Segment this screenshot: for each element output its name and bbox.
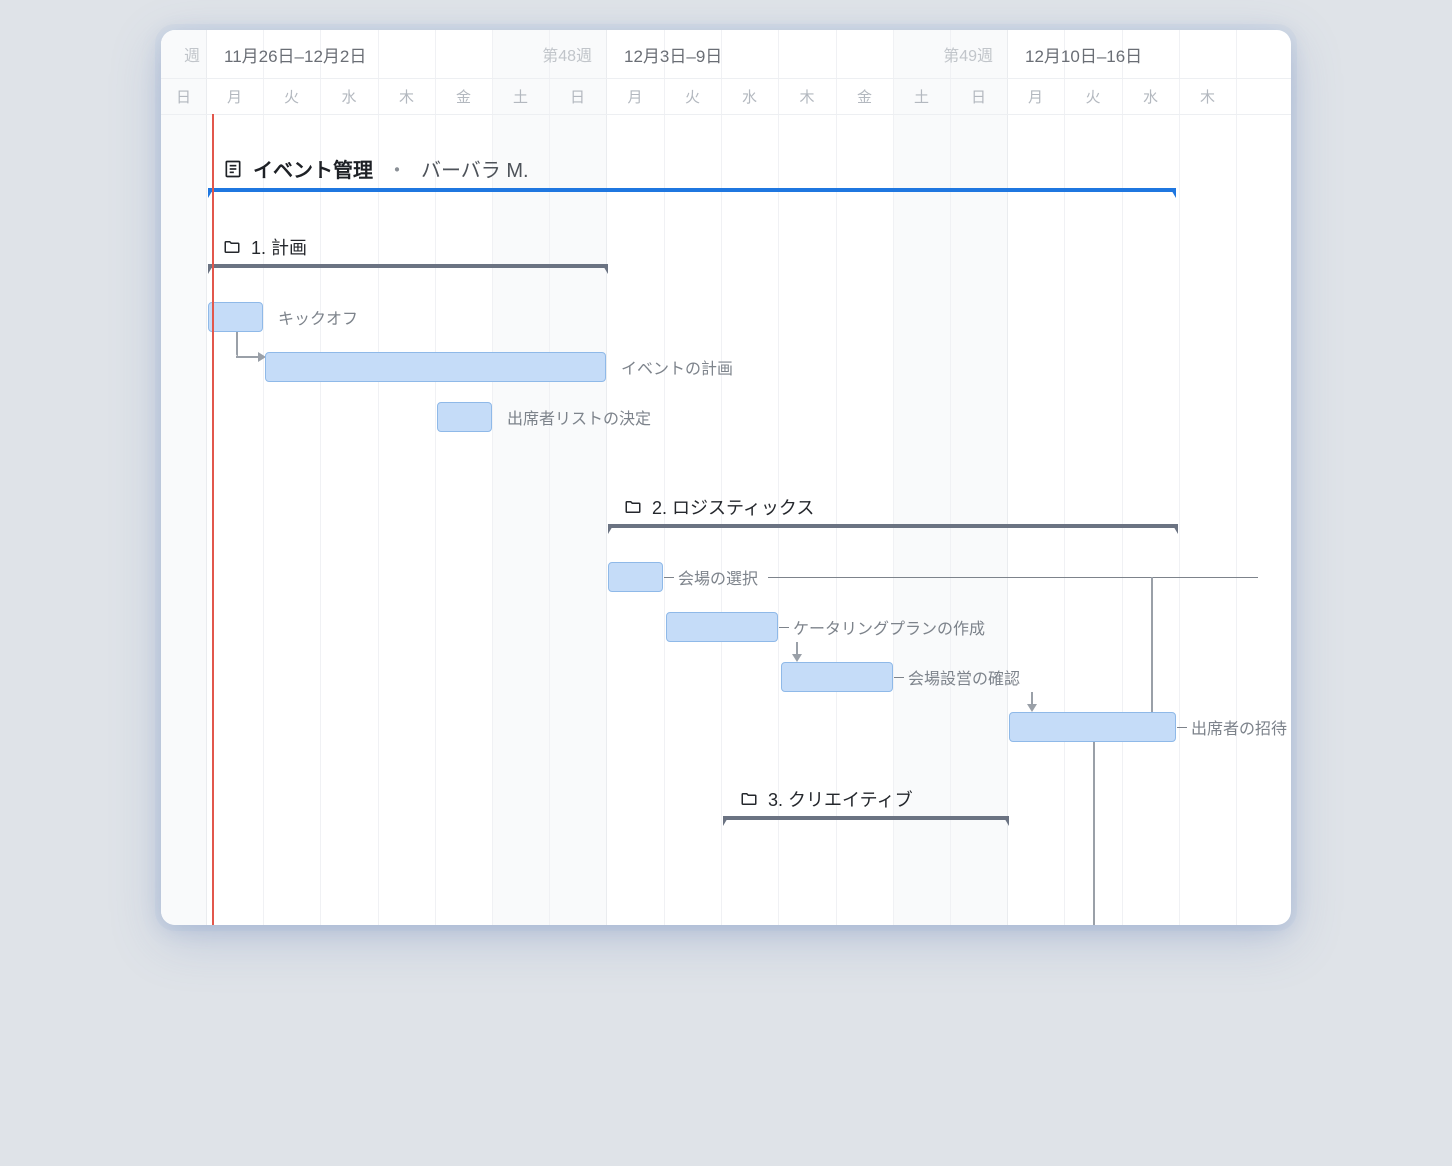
group-name: 3. クリエイティブ — [768, 786, 913, 812]
task-label: 会場の選択 — [662, 565, 758, 589]
week-number: 第48週 — [542, 30, 592, 78]
connector-dash — [768, 577, 1258, 578]
group-bar[interactable] — [208, 264, 608, 268]
day-label: 月 — [1007, 78, 1064, 114]
week-cell[interactable]: 12月3日–9日 第49週 — [606, 30, 1007, 78]
folder-icon — [740, 790, 758, 808]
group-title: 2. ロジスティックス — [624, 494, 814, 520]
group-title: 1. 計画 — [223, 234, 307, 260]
week-number: 第49週 — [943, 30, 993, 78]
day-label: 木 — [1179, 78, 1236, 114]
day-label: 金 — [836, 78, 893, 114]
day-label: 木 — [778, 78, 836, 114]
week-cell[interactable]: 12月10日–16日 — [1007, 30, 1291, 78]
week-range: 12月10日–16日 — [1007, 42, 1142, 67]
day-label: 水 — [320, 78, 378, 114]
day-label: 日 — [549, 78, 606, 114]
day-label: 日 — [950, 78, 1007, 114]
day-label: 月 — [606, 78, 664, 114]
group-bar[interactable] — [723, 816, 1009, 820]
project-icon — [223, 159, 243, 179]
day-label: 土 — [893, 78, 950, 114]
task-bar[interactable]: 会場の選択 — [608, 562, 663, 592]
project-name: イベント管理 — [253, 154, 373, 183]
task-bar[interactable]: キックオフ — [208, 302, 263, 332]
day-header: 日 月 火 水 木 金 土 日 月 火 水 木 金 土 日 月 火 水 木 — [161, 78, 1291, 114]
task-bar[interactable]: イベントの計画 — [265, 352, 606, 382]
task-bar[interactable]: 出席者リストの決定 — [437, 402, 492, 432]
bullet: ・ — [387, 154, 407, 183]
group-bar[interactable] — [608, 524, 1178, 528]
day-label: 土 — [492, 78, 549, 114]
task-bar[interactable]: 出席者の招待 — [1009, 712, 1176, 742]
day-label: 水 — [721, 78, 778, 114]
day-label: 金 — [435, 78, 492, 114]
project-title: イベント管理 ・ バーバラ M. — [223, 154, 529, 183]
group-name: 1. 計画 — [251, 234, 307, 260]
folder-icon — [624, 498, 642, 516]
task-label: 会場設営の確認 — [892, 665, 1020, 689]
day-label: 日 — [161, 78, 206, 114]
project-owner: バーバラ M. — [421, 154, 529, 183]
task-label: キックオフ — [262, 305, 358, 329]
today-line — [212, 114, 214, 925]
day-label: 月 — [206, 78, 263, 114]
folder-icon — [223, 238, 241, 256]
week-cell[interactable]: 11月26日–12月2日 第48週 — [206, 30, 606, 78]
week-header: 週 11月26日–12月2日 第48週 12月3日–9日 第49週 12月10日… — [161, 30, 1291, 78]
task-label: 出席者リストの決定 — [491, 405, 651, 429]
day-label: 木 — [378, 78, 435, 114]
task-label: イベントの計画 — [605, 355, 733, 379]
week-range: 12月3日–9日 — [606, 42, 722, 67]
timeline[interactable]: 週 11月26日–12月2日 第48週 12月3日–9日 第49週 12月10日… — [161, 30, 1291, 925]
task-label: 出席者の招待 — [1175, 715, 1287, 739]
day-label: 火 — [263, 78, 320, 114]
project-bar[interactable] — [208, 188, 1176, 192]
task-bar[interactable]: 会場設営の確認 — [781, 662, 893, 692]
gantt-view: 週 11月26日–12月2日 第48週 12月3日–9日 第49週 12月10日… — [161, 30, 1291, 925]
day-label: 水 — [1122, 78, 1179, 114]
group-title: 3. クリエイティブ — [740, 786, 913, 812]
gantt-rows: イベント管理 ・ バーバラ M. 1. 計画 — [161, 114, 1291, 925]
week-range: 11月26日–12月2日 — [206, 42, 366, 67]
task-label: ケータリングプランの作成 — [777, 615, 985, 639]
task-bar[interactable]: ケータリングプランの作成 — [666, 612, 778, 642]
day-label: 火 — [664, 78, 721, 114]
group-name: 2. ロジスティックス — [652, 494, 814, 520]
prev-week-label: 週 — [161, 30, 206, 78]
day-label: 火 — [1064, 78, 1122, 114]
